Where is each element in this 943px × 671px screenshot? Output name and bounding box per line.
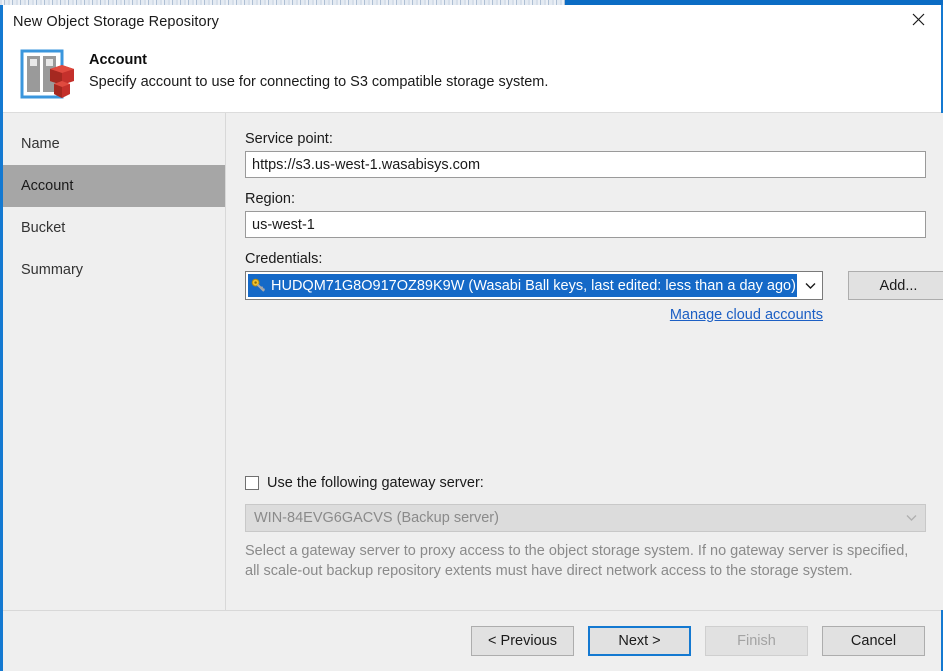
service-point-input[interactable]: https://s3.us-west-1.wasabisys.com <box>245 151 926 178</box>
dialog-body: Name Account Bucket Summary Service poin… <box>3 113 943 610</box>
credentials-row: HUDQM71G8O917OZ89K9W (Wasabi Ball keys, … <box>245 271 943 324</box>
sidebar-item-bucket[interactable]: Bucket <box>3 207 225 249</box>
credentials-selected-item: HUDQM71G8O917OZ89K9W (Wasabi Ball keys, … <box>248 274 797 297</box>
manage-cloud-accounts-link[interactable]: Manage cloud accounts <box>670 307 823 323</box>
credentials-value: HUDQM71G8O917OZ89K9W (Wasabi Ball keys, … <box>271 277 796 294</box>
header-description: Specify account to use for connecting to… <box>89 74 549 90</box>
gateway-help-text: Select a gateway server to proxy access … <box>245 543 909 579</box>
previous-button[interactable]: < Previous <box>471 626 574 656</box>
chevron-down-icon <box>906 505 917 531</box>
sidebar-item-account[interactable]: Account <box>3 165 225 207</box>
region-input[interactable]: us-west-1 <box>245 211 926 238</box>
dialog-title: New Object Storage Repository <box>13 14 219 30</box>
header-title: Account <box>89 52 147 68</box>
gateway-checkbox[interactable] <box>245 476 259 490</box>
sidebar-item-label: Name <box>21 136 60 152</box>
cancel-button[interactable]: Cancel <box>822 626 925 656</box>
gateway-server-value: WIN-84EVG6GACVS (Backup server) <box>254 510 499 526</box>
add-credentials-button[interactable]: Add... <box>848 271 943 300</box>
service-point-value: https://s3.us-west-1.wasabisys.com <box>252 156 481 173</box>
credentials-combobox[interactable]: HUDQM71G8O917OZ89K9W (Wasabi Ball keys, … <box>245 271 823 300</box>
finish-button: Finish <box>705 626 808 656</box>
gateway-checkbox-row[interactable]: Use the following gateway server: <box>245 475 935 491</box>
sidebar-item-summary[interactable]: Summary <box>3 249 225 291</box>
account-form: Service point: https://s3.us-west-1.wasa… <box>226 113 943 610</box>
region-value: us-west-1 <box>252 216 315 233</box>
wizard-step-sidebar: Name Account Bucket Summary <box>3 113 226 610</box>
dialog-header: Account Specify account to use for conne… <box>3 39 941 113</box>
gateway-server-combobox: WIN-84EVG6GACVS (Backup server) <box>245 504 926 532</box>
gateway-checkbox-label: Use the following gateway server: <box>267 475 484 491</box>
close-icon[interactable] <box>895 3 941 35</box>
sidebar-item-name[interactable]: Name <box>3 123 225 165</box>
service-point-label: Service point: <box>245 131 333 147</box>
dialog-titlebar: New Object Storage Repository <box>3 5 941 39</box>
new-object-storage-repository-dialog: New Object Storage Repository Account Sp… <box>0 5 943 671</box>
dialog-footer: < Previous Next > Finish Cancel <box>3 610 941 671</box>
sidebar-item-label: Bucket <box>21 220 66 236</box>
sidebar-item-label: Summary <box>21 262 84 278</box>
object-storage-repository-icon <box>3 43 89 109</box>
sidebar-item-label: Account <box>21 178 74 194</box>
chevron-down-icon[interactable] <box>797 272 822 299</box>
credentials-label: Credentials: <box>245 251 323 267</box>
gateway-server-section: Use the following gateway server: WIN-84… <box>245 475 935 581</box>
next-button[interactable]: Next > <box>588 626 691 656</box>
key-icon <box>251 278 266 293</box>
region-label: Region: <box>245 191 295 207</box>
manage-cloud-accounts-row: Manage cloud accounts <box>245 306 823 324</box>
